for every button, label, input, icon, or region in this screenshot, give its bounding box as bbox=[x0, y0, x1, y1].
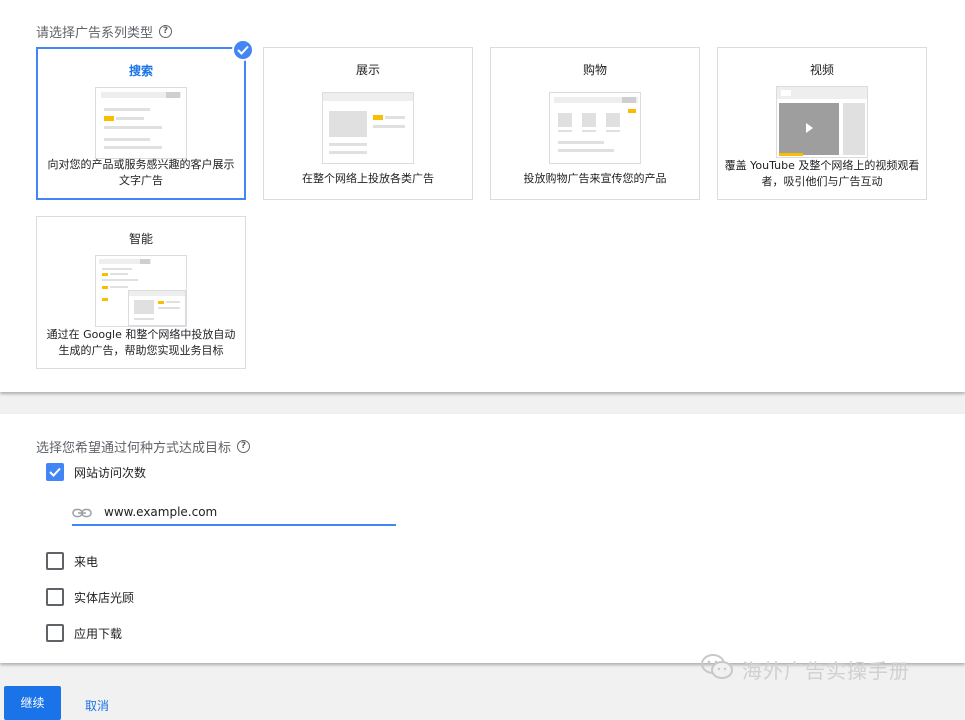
checkbox-unchecked[interactable] bbox=[46, 588, 64, 606]
watermark: 海外广告实操手册 bbox=[700, 653, 910, 686]
campaign-card-search[interactable]: 搜索 向对您的产品或服务感兴趣的客户展示文字广告 bbox=[36, 39, 254, 200]
shopping-ad-illustration bbox=[549, 92, 641, 164]
help-icon[interactable]: ? bbox=[159, 25, 173, 38]
goal-option-app-downloads[interactable]: 应用下载 bbox=[46, 624, 122, 642]
watermark-text: 海外广告实操手册 bbox=[742, 659, 910, 683]
goal-option-store-visits[interactable]: 实体店光顾 bbox=[46, 588, 134, 606]
card-title: 搜索 bbox=[128, 64, 153, 78]
smart-ad-illustration bbox=[95, 255, 187, 327]
card-title: 购物 bbox=[582, 63, 607, 77]
goals-label: 选择您希望通过何种方式达成目标 bbox=[36, 441, 232, 456]
campaign-type-label: 请选择广告系列类型 bbox=[36, 26, 154, 41]
video-ad-illustration bbox=[776, 86, 868, 158]
goal-option-label: 来电 bbox=[74, 554, 99, 569]
display-ad-illustration bbox=[322, 92, 414, 164]
campaign-type-label-row: 请选择广告系列类型 ? bbox=[36, 22, 173, 41]
goals-label-row: 选择您希望通过何种方式达成目标 ? bbox=[36, 437, 251, 456]
continue-button[interactable]: 继续 bbox=[4, 686, 61, 720]
campaign-type-panel: 请选择广告系列类型 ? 搜索 向对您的产品或服务感兴趣的客户展示文字广告 展示 bbox=[0, 0, 965, 392]
search-ad-illustration bbox=[95, 87, 187, 159]
help-icon[interactable]: ? bbox=[237, 440, 251, 453]
website-url-input[interactable]: www.example.com bbox=[72, 500, 396, 526]
checkbox-checked[interactable] bbox=[46, 463, 64, 481]
selected-check-icon bbox=[232, 39, 254, 61]
card-title: 展示 bbox=[355, 63, 380, 77]
website-url-value: www.example.com bbox=[104, 505, 218, 519]
checkbox-unchecked[interactable] bbox=[46, 552, 64, 570]
goal-option-label: 应用下载 bbox=[74, 626, 123, 641]
goal-option-label: 实体店光顾 bbox=[74, 590, 135, 605]
campaign-card-shopping[interactable]: 购物 投放购物广告来宣传您的产品 bbox=[490, 47, 700, 200]
card-description: 在整个网络上投放各类广告 bbox=[302, 172, 434, 185]
card-description: 通过在 Google 和整个网络中投放自动生成的广告，帮助您实现业务目标 bbox=[46, 328, 236, 357]
card-description: 覆盖 YouTube 及整个网络上的视频观看者，吸引他们与广告互动 bbox=[724, 159, 920, 188]
checkbox-unchecked[interactable] bbox=[46, 624, 64, 642]
wechat-icon bbox=[700, 653, 734, 686]
link-icon bbox=[72, 503, 92, 522]
campaign-card-video[interactable]: 视频 覆盖 YouTube 及整个网络上的视频观看者，吸引他们与广告互动 bbox=[717, 47, 927, 200]
card-title: 智能 bbox=[128, 232, 153, 246]
card-title: 视频 bbox=[809, 63, 834, 77]
goal-option-label: 网站访问次数 bbox=[74, 465, 147, 480]
card-description: 向对您的产品或服务感兴趣的客户展示文字广告 bbox=[47, 158, 235, 187]
campaign-card-display[interactable]: 展示 在整个网络上投放各类广告 bbox=[263, 47, 473, 200]
goal-option-calls[interactable]: 来电 bbox=[46, 552, 98, 570]
cancel-button[interactable]: 取消 bbox=[85, 697, 109, 714]
card-description: 投放购物广告来宣传您的产品 bbox=[523, 172, 667, 185]
campaign-card-smart[interactable]: 智能 通过在 Google 和整个网络中投放自动生成的广告，帮助您实现业务目标 bbox=[36, 216, 246, 369]
goal-option-website-visits[interactable]: 网站访问次数 bbox=[46, 463, 146, 481]
